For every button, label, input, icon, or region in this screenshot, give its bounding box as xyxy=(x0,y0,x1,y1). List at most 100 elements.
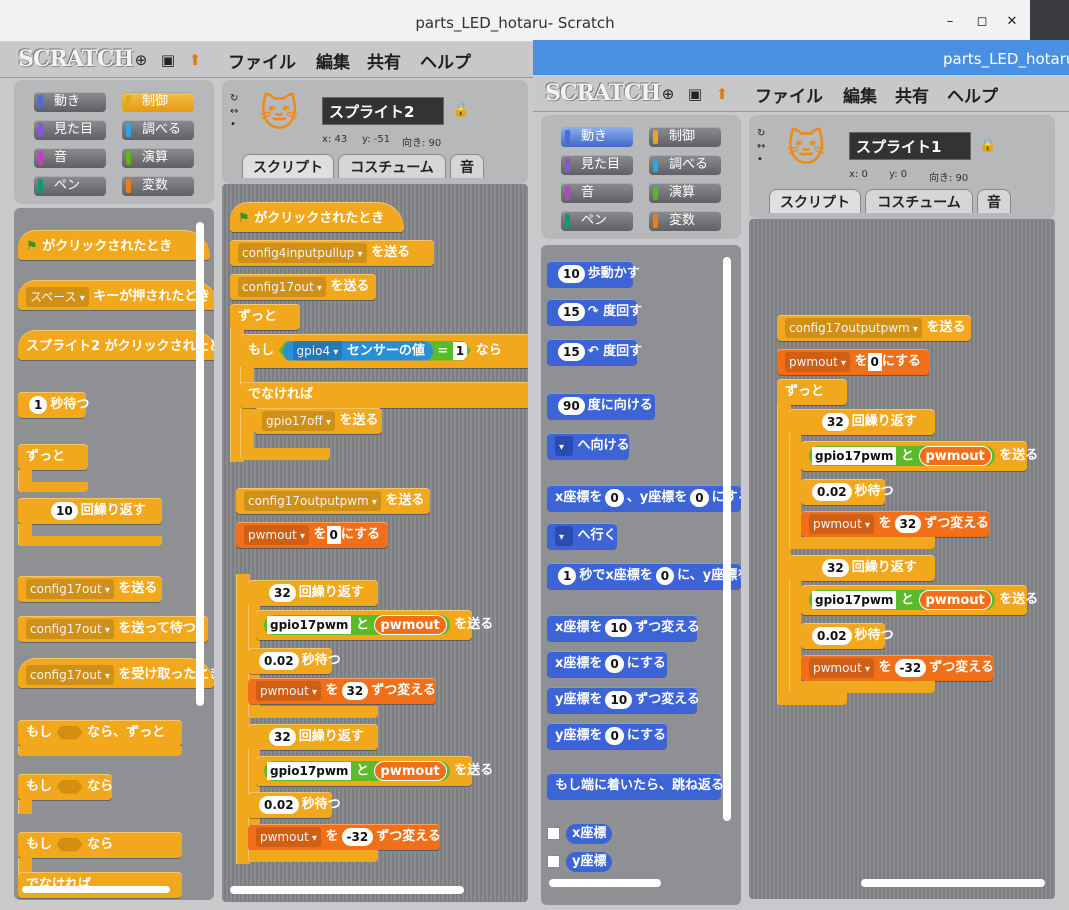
script-repeat-1[interactable]: 32 回繰り返す xyxy=(248,580,378,606)
palette-block-if-else[interactable]: もし なら xyxy=(18,832,182,858)
script-flag-hat[interactable]: ⚑ がクリックされたとき xyxy=(230,202,404,232)
sprite-name-field[interactable]: スプライト2 xyxy=(322,97,444,125)
script-change-var-1[interactable]: pwmout を32ずつ変える xyxy=(248,678,436,704)
lock-icon[interactable]: 🔒 xyxy=(979,137,996,153)
menu-help[interactable]: ヘルプ xyxy=(420,48,471,73)
minimize-icon[interactable]: – xyxy=(942,14,958,30)
script-repeat-2[interactable]: 32 回繰り返す xyxy=(248,724,378,750)
script-change-var-2[interactable]: pwmout を-32ずつ変える xyxy=(248,824,441,850)
category-looks[interactable]: 見た目 xyxy=(34,120,106,140)
script-set-var[interactable]: pwmout を0にする xyxy=(236,522,388,548)
script-broadcast-3[interactable]: gpio17off を送る xyxy=(254,408,382,434)
category-sensing[interactable]: 調べる xyxy=(122,120,194,140)
palette-block-move[interactable]: 10 歩動かす xyxy=(547,261,640,287)
menu-file[interactable]: ファイル xyxy=(228,48,296,73)
category-operators[interactable]: 演算 xyxy=(122,148,194,168)
script-broadcast-pwm-config[interactable]: config17outputpwm を送る xyxy=(777,315,971,341)
reporter-x-position[interactable]: x座標 xyxy=(566,823,613,844)
script-repeat-a[interactable]: 32 回繰り返す xyxy=(789,409,935,435)
palette-block-when-receive[interactable]: config17out を受け取ったとき xyxy=(18,658,214,688)
menu-share[interactable]: 共有 xyxy=(367,48,401,73)
menu-edit-2[interactable]: 編集 xyxy=(843,82,877,107)
menu-help-2[interactable]: ヘルプ xyxy=(947,82,998,107)
palette-block-broadcast-wait[interactable]: config17out を送って待つ xyxy=(18,616,208,642)
script-area[interactable]: ⚑ がクリックされたとき config4inputpullup を送る conf… xyxy=(222,184,528,902)
category-pen[interactable]: ペン xyxy=(561,211,633,231)
script-repeat-b[interactable]: 32 回繰り返す xyxy=(789,555,935,581)
save-icon[interactable]: ▣ xyxy=(686,85,704,103)
script-broadcast-pwm-2[interactable]: gpio17pwm と pwmout を送る xyxy=(256,756,493,786)
script-scrollbar-h[interactable] xyxy=(230,886,464,894)
menu-edit[interactable]: 編集 xyxy=(316,48,350,73)
script-broadcast-4[interactable]: config17outputpwm を送る xyxy=(236,488,430,514)
palette-block-set-x[interactable]: x座標を 0 にする xyxy=(547,651,667,677)
palette-block-glide[interactable]: 1秒でx座標を0に、y座標を xyxy=(547,563,741,589)
maximize-icon[interactable]: ◻ xyxy=(974,14,990,30)
palette-scrollbar-v[interactable] xyxy=(196,222,204,706)
share-icon[interactable]: ⬆ xyxy=(713,85,731,103)
palette-scrollbar-h[interactable] xyxy=(22,886,170,893)
palette-block-point-direction[interactable]: 90 度に向ける xyxy=(547,393,655,419)
category-pen[interactable]: ペン xyxy=(34,176,106,196)
tab-costumes[interactable]: コスチューム xyxy=(338,154,446,178)
palette-block-goto-sprite[interactable]: へ行く xyxy=(547,523,617,549)
category-control[interactable]: 制御 xyxy=(649,127,721,147)
palette-block-goto-xy[interactable]: x座標を0、y座標を0にする xyxy=(547,485,741,511)
tab-sounds[interactable]: 音 xyxy=(450,154,484,178)
rotation-style-icons[interactable]: ↻ ↔ • xyxy=(757,127,771,167)
palette-block-bounce[interactable]: もし端に着いたら、跳ね返る xyxy=(547,773,724,799)
script-wait-a[interactable]: 0.02 秒待つ xyxy=(801,479,894,505)
y-checkbox[interactable] xyxy=(547,855,560,868)
palette-block-turn-right[interactable]: 15 ↷ 度回す xyxy=(547,299,642,325)
category-sound[interactable]: 音 xyxy=(34,148,106,168)
category-variables[interactable]: 変数 xyxy=(122,176,194,196)
palette-block-broadcast[interactable]: config17out を送る xyxy=(18,576,162,602)
palette-block-repeat[interactable]: 10 回繰り返す xyxy=(18,498,162,524)
globe-icon[interactable]: ⊕ xyxy=(659,85,677,103)
script-forever[interactable]: ずっと xyxy=(230,304,300,330)
lock-icon[interactable]: 🔒 xyxy=(452,102,469,118)
palette-block-wait[interactable]: 1 秒待つ xyxy=(18,392,89,418)
palette-scrollbar-h-2[interactable] xyxy=(549,879,661,887)
palette-scrollbar-v-2[interactable] xyxy=(723,257,731,821)
category-motion[interactable]: 動き xyxy=(34,92,106,112)
menu-share-2[interactable]: 共有 xyxy=(895,82,929,107)
category-sound[interactable]: 音 xyxy=(561,183,633,203)
rotation-style-icons[interactable]: ↻ ↔ • xyxy=(230,92,244,132)
palette-block-forever[interactable]: ずっと xyxy=(18,444,88,470)
script-set-var-2[interactable]: pwmout を0にする xyxy=(777,349,929,375)
category-control[interactable]: 制御 xyxy=(122,92,194,112)
tab-sounds-2[interactable]: 音 xyxy=(977,189,1011,213)
palette-block-set-y[interactable]: y座標を 0 にする xyxy=(547,723,667,749)
palette-block-turn-left[interactable]: 15 ↶ 度回す xyxy=(547,339,642,365)
script-wait-b[interactable]: 0.02 秒待つ xyxy=(801,623,894,649)
share-icon[interactable]: ⬆ xyxy=(186,51,204,69)
palette-block-point-towards[interactable]: へ向ける xyxy=(547,433,630,459)
tab-scripts[interactable]: スクリプト xyxy=(242,154,334,178)
script-wait-2[interactable]: 0.02 秒待つ xyxy=(248,792,341,818)
tab-costumes-2[interactable]: コスチューム xyxy=(865,189,973,213)
palette-block-change-x[interactable]: x座標を 10 ずつ変える xyxy=(547,615,700,641)
category-operators[interactable]: 演算 xyxy=(649,183,721,203)
palette-block-key-pressed[interactable]: スペース キーが押されたとき xyxy=(18,280,214,310)
palette-block-forever-if[interactable]: もし なら、ずっと xyxy=(18,720,182,746)
script-wait-1[interactable]: 0.02 秒待つ xyxy=(248,648,341,674)
script-scrollbar-h-2[interactable] xyxy=(861,879,1045,887)
close-icon[interactable]: ✕ xyxy=(1004,14,1020,30)
script-broadcast-pwm-a[interactable]: gpio17pwm と pwmout を送る xyxy=(801,441,1038,471)
script-broadcast-2[interactable]: config17out を送る xyxy=(230,274,376,300)
category-sensing[interactable]: 調べる xyxy=(649,155,721,175)
script-if-else[interactable]: もし gpio4 センサーの値 = 1 なら xyxy=(240,334,528,368)
category-motion[interactable]: 動き xyxy=(561,127,633,147)
script-change-var-b[interactable]: pwmout を-32ずつ変える xyxy=(801,655,994,681)
category-variables[interactable]: 変数 xyxy=(649,211,721,231)
globe-icon[interactable]: ⊕ xyxy=(132,51,150,69)
menu-file-2[interactable]: ファイル xyxy=(755,82,823,107)
script-broadcast-pwm-1[interactable]: gpio17pwm と pwmout を送る xyxy=(256,610,493,640)
script-broadcast-pwm-b[interactable]: gpio17pwm と pwmout を送る xyxy=(801,585,1038,615)
category-looks[interactable]: 見た目 xyxy=(561,155,633,175)
palette-block-flag-clicked[interactable]: ⚑ がクリックされたとき xyxy=(18,230,210,260)
palette-block-sprite-clicked[interactable]: スプライト2 がクリックされたとき xyxy=(18,330,214,360)
script-change-var-a[interactable]: pwmout を32ずつ変える xyxy=(801,511,989,537)
tab-scripts-2[interactable]: スクリプト xyxy=(769,189,861,213)
